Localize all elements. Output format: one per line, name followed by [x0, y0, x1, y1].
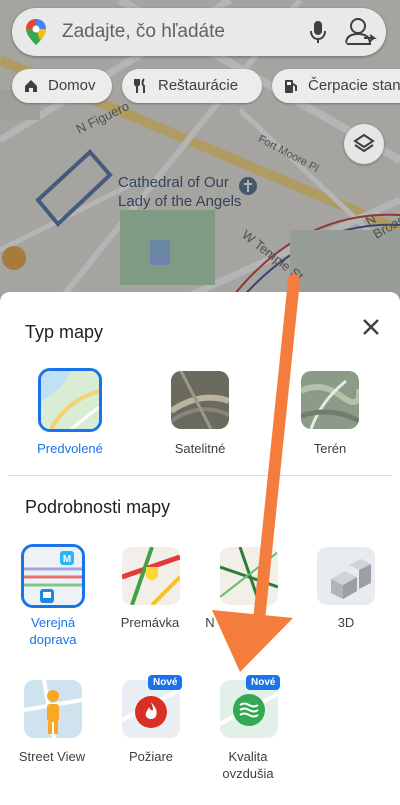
detail-label-line: ovzdušia [222, 766, 274, 781]
map-type-label: Terén [313, 441, 347, 456]
section-divider [8, 475, 392, 476]
detail-label-line: doprava [29, 632, 77, 647]
mic-icon[interactable] [310, 20, 326, 44]
map-type-label: Predvolené [37, 441, 103, 456]
detail-3d[interactable]: 3D [290, 542, 400, 652]
terrain-map-thumbnail [301, 371, 359, 429]
detail-air-quality[interactable]: Nové Kvalita ovzdušia [195, 672, 305, 782]
transit-thumbnail: M [21, 544, 85, 608]
new-badge: Nové [246, 675, 281, 690]
google-maps-pin-icon [26, 19, 46, 45]
map-layers-sheet: Typ mapy Predvolené Satelitné Terén Podr… [0, 292, 400, 805]
chip-label: Reštaurácie [158, 77, 239, 94]
gas-station-icon [285, 80, 297, 93]
detail-label: Požiare [96, 748, 206, 765]
detail-label-line: Street View [18, 749, 86, 764]
detail-label-line: Verejná [30, 615, 76, 630]
map-type-satellite[interactable]: Satelitné [145, 368, 255, 458]
bike-thumbnail [220, 547, 278, 605]
detail-label: 3D [291, 614, 400, 631]
map-type-title: Typ mapy [25, 322, 104, 342]
detail-label: Street View [0, 748, 107, 765]
search-bar[interactable]: Zadajte, čo hľadáte [12, 8, 386, 56]
chip-label: Čerpacie stanice [308, 77, 400, 94]
layers-button[interactable] [344, 124, 384, 164]
detail-label-line: N [205, 615, 215, 630]
satellite-map-thumbnail [171, 371, 229, 429]
detail-label-line: 3D [337, 615, 355, 630]
svg-text:M: M [63, 554, 71, 565]
map-type-terrain[interactable]: Terén [275, 368, 385, 458]
fork-knife-icon [134, 78, 145, 93]
default-map-thumbnail [38, 368, 102, 432]
search-input[interactable]: Zadajte, čo hľadáte [62, 21, 225, 43]
detail-transit[interactable]: M Verejná doprava [0, 542, 105, 652]
3d-thumbnail [317, 547, 375, 605]
street-view-thumbnail [24, 680, 82, 738]
detail-street-view[interactable]: Street View [0, 672, 105, 782]
detail-bicycling[interactable]: N [195, 542, 305, 652]
chip-label: Domov [48, 77, 96, 94]
layers-icon [353, 133, 375, 153]
detail-label-line: Požiare [128, 749, 174, 764]
detail-wildfires[interactable]: Nové Požiare [95, 672, 205, 782]
detail-label: Verejná doprava [0, 614, 108, 648]
chip-gas-stations[interactable]: Čerpacie stanice [272, 69, 400, 103]
map-type-label: Satelitné [174, 441, 226, 456]
account-icon[interactable] [342, 14, 378, 50]
detail-label: N [155, 614, 265, 631]
chip-home[interactable]: Domov [12, 69, 112, 103]
detail-label: Kvalita ovzdušia [193, 748, 303, 782]
home-icon [25, 80, 37, 92]
chip-restaurants[interactable]: Reštaurácie [122, 69, 262, 103]
map-type-default[interactable]: Predvolené [15, 368, 125, 458]
close-icon[interactable] [358, 314, 384, 340]
detail-label-line: Kvalita [228, 749, 268, 764]
new-badge: Nové [148, 675, 183, 690]
detail-traffic[interactable]: Premávka [95, 542, 205, 652]
map-details-title: Podrobnosti mapy [25, 497, 171, 517]
traffic-thumbnail [122, 547, 180, 605]
